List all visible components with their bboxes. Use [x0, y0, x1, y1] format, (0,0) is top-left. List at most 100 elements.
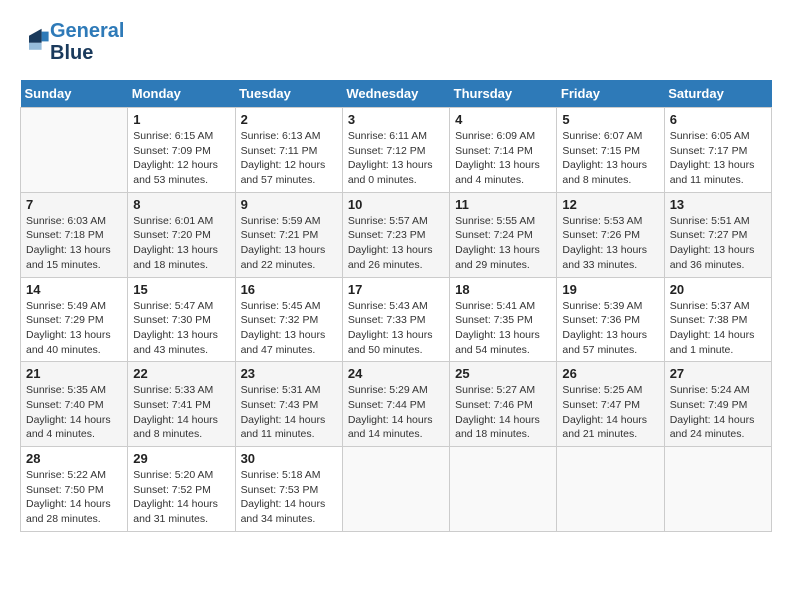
day-number: 2 [241, 112, 337, 127]
calendar-cell: 23Sunrise: 5:31 AM Sunset: 7:43 PM Dayli… [235, 362, 342, 447]
calendar-cell: 18 Sunrise: 5:41 AM Sunset: 7:35 PM Dayli… [450, 277, 557, 362]
calendar-cell [557, 447, 664, 532]
day-number: 29 [133, 451, 229, 466]
page-header: GeneralBlue [20, 20, 772, 64]
day-info: Sunrise: 5:29 AM Sunset: 7:44 PM Dayligh… [348, 383, 444, 442]
weekday-wednesday: Wednesday [342, 80, 449, 108]
calendar-cell: 25 Sunrise: 5:27 AM Sunset: 7:46 PM Dayli… [450, 362, 557, 447]
calendar-body: 1Sunrise: 6:15 AM Sunset: 7:09 PM Daylig… [21, 108, 772, 532]
day-number: 3 [348, 112, 444, 127]
weekday-thursday: Thursday [450, 80, 557, 108]
calendar-week-3: 14 Sunrise: 5:49 AM Sunset: 7:29 PM Dayli… [21, 277, 772, 362]
day-number: 1 [133, 112, 229, 127]
calendar-cell: 8 Sunrise: 6:01 AM Sunset: 7:20 PM Daylig… [128, 192, 235, 277]
day-info: Sunrise: 6:13 AM Sunset: 7:11 PM Dayligh… [241, 129, 337, 188]
calendar-week-5: 28 Sunrise: 5:22 AM Sunset: 7:50 PM Dayli… [21, 447, 772, 532]
logo-text: GeneralBlue [50, 20, 124, 64]
calendar-cell: 11 Sunrise: 5:55 AM Sunset: 7:24 PM Dayli… [450, 192, 557, 277]
day-info: Sunrise: 5:27 AM Sunset: 7:46 PM Dayligh… [455, 383, 551, 442]
calendar-week-2: 7Sunrise: 6:03 AM Sunset: 7:18 PM Daylig… [21, 192, 772, 277]
calendar-cell [21, 108, 128, 193]
day-info: Sunrise: 6:03 AM Sunset: 7:18 PM Dayligh… [26, 214, 122, 273]
calendar-cell: 15Sunrise: 5:47 AM Sunset: 7:30 PM Dayli… [128, 277, 235, 362]
day-info: Sunrise: 6:07 AM Sunset: 7:15 PM Dayligh… [562, 129, 658, 188]
day-number: 5 [562, 112, 658, 127]
calendar-cell: 4 Sunrise: 6:09 AM Sunset: 7:14 PM Daylig… [450, 108, 557, 193]
day-info: Sunrise: 6:05 AM Sunset: 7:17 PM Dayligh… [670, 129, 766, 188]
day-number: 11 [455, 197, 551, 212]
day-info: Sunrise: 6:11 AM Sunset: 7:12 PM Dayligh… [348, 129, 444, 188]
calendar-cell: 19Sunrise: 5:39 AM Sunset: 7:36 PM Dayli… [557, 277, 664, 362]
day-number: 25 [455, 366, 551, 381]
calendar-cell: 27 Sunrise: 5:24 AM Sunset: 7:49 PM Dayli… [664, 362, 771, 447]
day-number: 17 [348, 282, 444, 297]
day-info: Sunrise: 6:09 AM Sunset: 7:14 PM Dayligh… [455, 129, 551, 188]
weekday-saturday: Saturday [664, 80, 771, 108]
weekday-tuesday: Tuesday [235, 80, 342, 108]
logo-icon [22, 26, 50, 54]
calendar-cell: 26 Sunrise: 5:25 AM Sunset: 7:47 PM Dayli… [557, 362, 664, 447]
calendar-cell: 24 Sunrise: 5:29 AM Sunset: 7:44 PM Dayli… [342, 362, 449, 447]
day-number: 9 [241, 197, 337, 212]
day-number: 18 [455, 282, 551, 297]
day-number: 8 [133, 197, 229, 212]
day-info: Sunrise: 5:51 AM Sunset: 7:27 PM Dayligh… [670, 214, 766, 273]
day-number: 12 [562, 197, 658, 212]
calendar-cell: 10 Sunrise: 5:57 AM Sunset: 7:23 PM Dayli… [342, 192, 449, 277]
calendar-cell: 20Sunrise: 5:37 AM Sunset: 7:38 PM Dayli… [664, 277, 771, 362]
weekday-friday: Friday [557, 80, 664, 108]
calendar-cell: 6 Sunrise: 6:05 AM Sunset: 7:17 PM Daylig… [664, 108, 771, 193]
day-info: Sunrise: 6:01 AM Sunset: 7:20 PM Dayligh… [133, 214, 229, 273]
calendar-cell: 3 Sunrise: 6:11 AM Sunset: 7:12 PM Daylig… [342, 108, 449, 193]
calendar-cell [450, 447, 557, 532]
day-number: 10 [348, 197, 444, 212]
weekday-sunday: Sunday [21, 80, 128, 108]
day-number: 16 [241, 282, 337, 297]
day-number: 24 [348, 366, 444, 381]
calendar-cell: 12 Sunrise: 5:53 AM Sunset: 7:26 PM Dayli… [557, 192, 664, 277]
day-info: Sunrise: 5:20 AM Sunset: 7:52 PM Dayligh… [133, 468, 229, 527]
calendar-cell [664, 447, 771, 532]
day-number: 20 [670, 282, 766, 297]
day-number: 26 [562, 366, 658, 381]
day-info: Sunrise: 5:33 AM Sunset: 7:41 PM Dayligh… [133, 383, 229, 442]
calendar-cell: 17 Sunrise: 5:43 AM Sunset: 7:33 PM Dayli… [342, 277, 449, 362]
calendar-cell: 28 Sunrise: 5:22 AM Sunset: 7:50 PM Dayli… [21, 447, 128, 532]
calendar-table: SundayMondayTuesdayWednesdayThursdayFrid… [20, 80, 772, 532]
day-info: Sunrise: 5:41 AM Sunset: 7:35 PM Dayligh… [455, 299, 551, 358]
day-number: 21 [26, 366, 122, 381]
calendar-week-4: 21 Sunrise: 5:35 AM Sunset: 7:40 PM Dayli… [21, 362, 772, 447]
calendar-cell [342, 447, 449, 532]
day-info: Sunrise: 5:59 AM Sunset: 7:21 PM Dayligh… [241, 214, 337, 273]
day-number: 27 [670, 366, 766, 381]
day-info: Sunrise: 5:25 AM Sunset: 7:47 PM Dayligh… [562, 383, 658, 442]
calendar-cell: 14 Sunrise: 5:49 AM Sunset: 7:29 PM Dayli… [21, 277, 128, 362]
weekday-header-row: SundayMondayTuesdayWednesdayThursdayFrid… [21, 80, 772, 108]
calendar-cell: 7Sunrise: 6:03 AM Sunset: 7:18 PM Daylig… [21, 192, 128, 277]
calendar-cell: 16 Sunrise: 5:45 AM Sunset: 7:32 PM Dayli… [235, 277, 342, 362]
calendar-week-1: 1Sunrise: 6:15 AM Sunset: 7:09 PM Daylig… [21, 108, 772, 193]
day-info: Sunrise: 5:45 AM Sunset: 7:32 PM Dayligh… [241, 299, 337, 358]
day-info: Sunrise: 5:43 AM Sunset: 7:33 PM Dayligh… [348, 299, 444, 358]
day-info: Sunrise: 5:24 AM Sunset: 7:49 PM Dayligh… [670, 383, 766, 442]
day-info: Sunrise: 5:53 AM Sunset: 7:26 PM Dayligh… [562, 214, 658, 273]
calendar-cell: 9 Sunrise: 5:59 AM Sunset: 7:21 PM Daylig… [235, 192, 342, 277]
day-info: Sunrise: 5:55 AM Sunset: 7:24 PM Dayligh… [455, 214, 551, 273]
day-number: 28 [26, 451, 122, 466]
day-info: Sunrise: 5:22 AM Sunset: 7:50 PM Dayligh… [26, 468, 122, 527]
calendar-cell: 1Sunrise: 6:15 AM Sunset: 7:09 PM Daylig… [128, 108, 235, 193]
day-number: 30 [241, 451, 337, 466]
day-number: 13 [670, 197, 766, 212]
day-number: 6 [670, 112, 766, 127]
day-number: 14 [26, 282, 122, 297]
day-number: 23 [241, 366, 337, 381]
day-info: Sunrise: 5:57 AM Sunset: 7:23 PM Dayligh… [348, 214, 444, 273]
day-info: Sunrise: 5:49 AM Sunset: 7:29 PM Dayligh… [26, 299, 122, 358]
day-info: Sunrise: 5:18 AM Sunset: 7:53 PM Dayligh… [241, 468, 337, 527]
calendar-cell: 30 Sunrise: 5:18 AM Sunset: 7:53 PM Dayli… [235, 447, 342, 532]
day-info: Sunrise: 5:35 AM Sunset: 7:40 PM Dayligh… [26, 383, 122, 442]
day-number: 4 [455, 112, 551, 127]
calendar-cell: 21 Sunrise: 5:35 AM Sunset: 7:40 PM Dayli… [21, 362, 128, 447]
calendar-cell: 13 Sunrise: 5:51 AM Sunset: 7:27 PM Dayli… [664, 192, 771, 277]
calendar-cell: 22Sunrise: 5:33 AM Sunset: 7:41 PM Dayli… [128, 362, 235, 447]
